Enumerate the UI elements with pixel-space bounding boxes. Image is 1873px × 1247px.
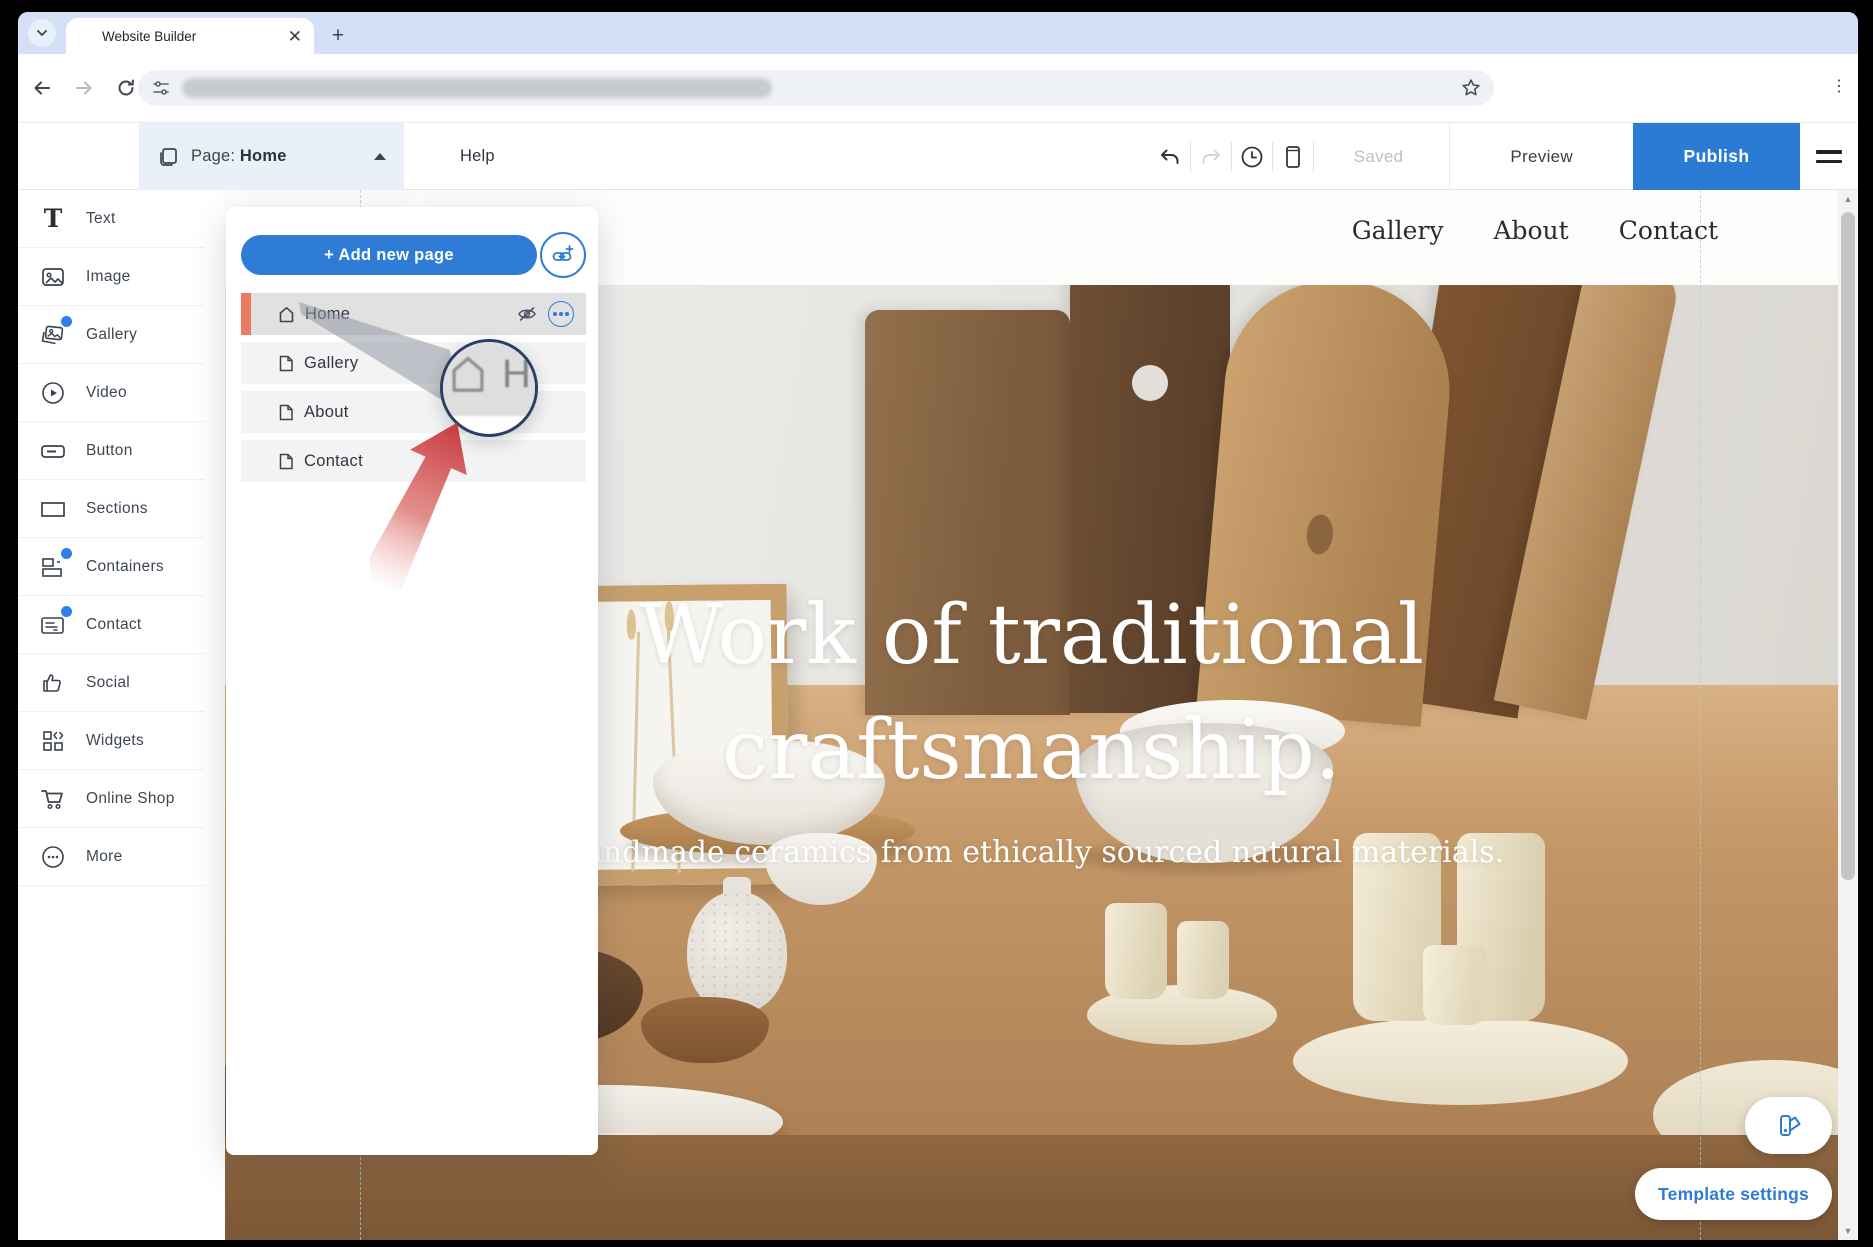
- widgets-icon: [38, 726, 68, 756]
- page-icon: [277, 403, 295, 422]
- menu-icon[interactable]: [1800, 150, 1858, 162]
- pages-icon: [157, 146, 179, 168]
- magnifier-circle: H: [440, 339, 538, 437]
- saved-status: Saved: [1314, 147, 1450, 167]
- button-icon: [38, 436, 68, 466]
- site-nav-gallery[interactable]: Gallery: [1352, 216, 1444, 245]
- page-selector-label: Page:: [191, 147, 235, 165]
- sidebar-item-contact[interactable]: Contact: [18, 596, 205, 654]
- caret-up-icon: [374, 153, 386, 160]
- history-button[interactable]: [1232, 144, 1272, 170]
- tab-title: Website Builder: [78, 29, 288, 44]
- undo-button[interactable]: [1150, 145, 1190, 169]
- small-cream-cup: [1423, 945, 1487, 1025]
- home-icon-zoomed: [446, 352, 490, 396]
- url-bar[interactable]: [138, 70, 1494, 106]
- back-button[interactable]: [24, 70, 60, 106]
- site-nav-contact[interactable]: Contact: [1619, 216, 1718, 245]
- thumb-up-icon: [38, 668, 68, 698]
- canvas-scrollbar[interactable]: ▲ ▼: [1838, 190, 1858, 1240]
- page-icon: [277, 354, 295, 373]
- sidebar-item-gallery[interactable]: Gallery: [18, 306, 205, 364]
- mobile-view-button[interactable]: [1273, 144, 1313, 170]
- browser-window: Website Builder ✕ + ⋮ Page: Home: [18, 12, 1858, 1240]
- hidden-eye-icon[interactable]: [516, 303, 538, 325]
- small-cream-cup: [1105, 903, 1167, 999]
- sidebar-item-social[interactable]: Social: [18, 654, 205, 712]
- sidebar-item-containers[interactable]: Containers: [18, 538, 205, 596]
- sidebar-item-widgets[interactable]: Widgets: [18, 712, 205, 770]
- pages-panel: + Add new page Home Gallery About Contac…: [226, 207, 598, 1155]
- publish-button[interactable]: Publish: [1633, 123, 1800, 190]
- magnified-letter: H: [502, 352, 532, 397]
- style-palette-button[interactable]: [1745, 1097, 1832, 1154]
- layout-guide-right: [1700, 190, 1701, 1240]
- new-tab-button[interactable]: +: [324, 22, 352, 50]
- site-nav-about[interactable]: About: [1493, 216, 1568, 245]
- sections-icon: [38, 494, 68, 524]
- cream-plate: [1293, 1017, 1628, 1105]
- elements-sidebar: T Text Image Gallery Video Bu: [18, 190, 205, 1240]
- browser-tabstrip: Website Builder ✕ +: [18, 12, 1858, 54]
- new-badge: [61, 316, 72, 327]
- template-settings-button[interactable]: Template settings: [1635, 1168, 1832, 1220]
- sidebar-item-image[interactable]: Image: [18, 248, 205, 306]
- screenshot-stage: Website Builder ✕ + ⋮ Page: Home: [0, 0, 1873, 1247]
- tab-search-button[interactable]: [28, 19, 56, 47]
- redo-button[interactable]: [1191, 145, 1231, 169]
- browser-menu-icon[interactable]: ⋮: [1828, 76, 1850, 96]
- sidebar-item-online-shop[interactable]: Online Shop: [18, 770, 205, 828]
- page-icon: [277, 452, 295, 471]
- new-badge: [61, 548, 72, 559]
- sidebar-item-button[interactable]: Button: [18, 422, 205, 480]
- chevron-down-icon: [36, 27, 48, 39]
- small-cream-cup: [1177, 921, 1229, 999]
- browser-navbar: ⋮: [18, 54, 1858, 122]
- blurred-url-text: [182, 78, 772, 98]
- scrollbar-thumb[interactable]: [1841, 212, 1855, 880]
- containers-icon: [38, 552, 68, 582]
- page-selector-value: Home: [240, 147, 287, 165]
- link-plus-icon: [551, 243, 575, 267]
- page-more-button[interactable]: [548, 301, 574, 327]
- sidebar-item-more[interactable]: More: [18, 828, 205, 886]
- image-icon: [38, 262, 68, 292]
- browser-tab[interactable]: Website Builder ✕: [66, 18, 314, 54]
- help-button[interactable]: Help: [460, 123, 495, 190]
- page-selector[interactable]: Page: Home: [139, 123, 404, 190]
- cart-icon: [38, 784, 68, 814]
- preview-button[interactable]: Preview: [1450, 147, 1633, 167]
- page-row-home[interactable]: Home: [241, 293, 586, 335]
- add-new-page-button[interactable]: + Add new page: [241, 235, 537, 275]
- site-settings-icon[interactable]: [152, 79, 170, 97]
- more-icon: [38, 842, 68, 872]
- contact-icon: [38, 610, 68, 640]
- forward-button[interactable]: [66, 70, 102, 106]
- tab-close-icon[interactable]: ✕: [288, 28, 302, 45]
- bookmark-star-icon[interactable]: [1460, 77, 1482, 104]
- new-badge: [61, 606, 72, 617]
- home-icon: [277, 305, 296, 324]
- sidebar-item-sections[interactable]: Sections: [18, 480, 205, 538]
- scroll-down-icon[interactable]: ▼: [1838, 1222, 1858, 1240]
- text-icon: T: [38, 204, 68, 234]
- palette-icon: [1775, 1112, 1803, 1140]
- video-icon: [38, 378, 68, 408]
- active-page-accent: [241, 293, 251, 335]
- builder-toolbar: Page: Home Help Saved Preview Pub: [18, 122, 1858, 190]
- add-link-button[interactable]: [540, 232, 586, 278]
- speckled-jar: [687, 891, 787, 1013]
- sidebar-item-video[interactable]: Video: [18, 364, 205, 422]
- site-nav: Gallery About Contact: [1352, 216, 1718, 245]
- sidebar-item-text[interactable]: T Text: [18, 190, 205, 248]
- page-row-contact[interactable]: Contact: [241, 440, 586, 482]
- gallery-icon: [38, 320, 68, 350]
- scroll-up-icon[interactable]: ▲: [1838, 190, 1858, 208]
